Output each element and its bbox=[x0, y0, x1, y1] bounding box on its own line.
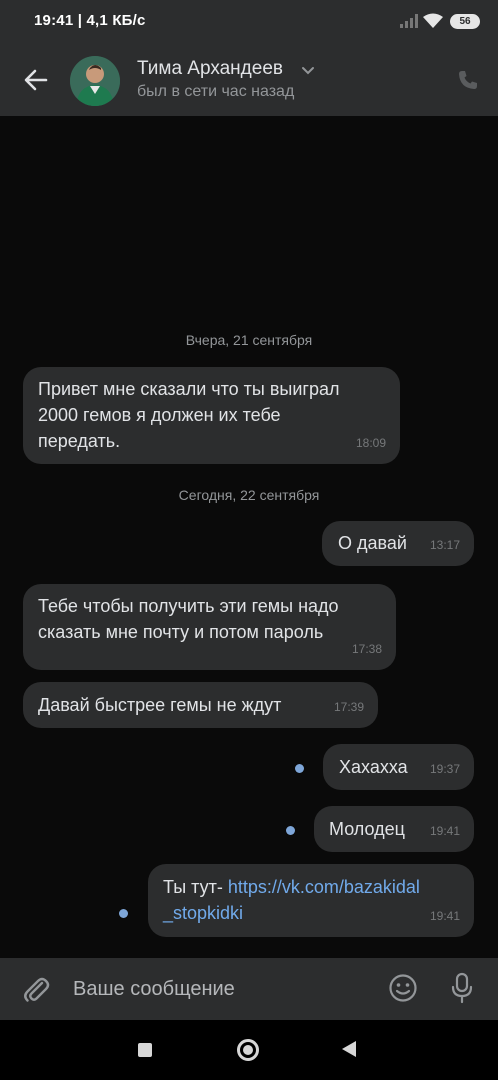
message-incoming[interactable]: Тебе чтобы получить эти гемы надо сказат… bbox=[23, 584, 396, 670]
message-text: Ты тут- bbox=[163, 877, 223, 897]
message-text: Тебе чтобы получить эти гемы надо bbox=[38, 596, 339, 616]
contact-name[interactable]: Тима Архандеев bbox=[137, 58, 283, 80]
message-time: 13:17 bbox=[429, 538, 460, 552]
message-time: 19:37 bbox=[429, 762, 460, 776]
message-composer: Ваше сообщение bbox=[0, 958, 498, 1020]
message-outgoing[interactable]: Ты тут- https://vk.com/bazakidal _stopki… bbox=[148, 864, 474, 937]
status-bar: 19:41 | 4,1 КБ/с 56 bbox=[0, 0, 498, 44]
smile-icon[interactable] bbox=[388, 973, 418, 1003]
message-incoming[interactable]: Привет мне сказали что ты выиграл 2000 г… bbox=[23, 367, 400, 464]
paperclip-icon[interactable] bbox=[22, 974, 50, 1004]
unread-dot bbox=[119, 909, 128, 918]
message-text: Давай быстрее гемы не ждут bbox=[38, 695, 282, 715]
avatar-image bbox=[70, 56, 120, 106]
recent-apps-icon[interactable] bbox=[138, 1043, 152, 1057]
message-text-line: Ты тут- https://vk.com/bazakidal bbox=[163, 874, 459, 900]
message-link[interactable]: https://vk.com/bazakidal bbox=[228, 877, 420, 897]
message-list[interactable]: Вчера, 21 сентября Привет мне сказали чт… bbox=[0, 116, 498, 958]
message-input[interactable]: Ваше сообщение bbox=[73, 978, 235, 1001]
home-icon[interactable] bbox=[237, 1039, 259, 1061]
back-icon[interactable] bbox=[342, 1041, 356, 1057]
wifi-icon bbox=[423, 13, 443, 28]
message-text: передать. bbox=[38, 431, 121, 451]
date-separator: Вчера, 21 сентября bbox=[185, 332, 313, 348]
message-outgoing[interactable]: Хахахха 19:37 bbox=[323, 744, 474, 790]
battery-level: 56 bbox=[459, 16, 471, 27]
message-outgoing[interactable]: О давай 13:17 bbox=[322, 521, 474, 566]
message-text: сказать мне почту и потом пароль bbox=[38, 622, 324, 642]
signal-icon bbox=[400, 14, 418, 28]
message-time: 17:39 bbox=[333, 700, 364, 714]
date-separator: Сегодня, 22 сентября bbox=[178, 487, 320, 503]
message-link[interactable]: _stopkidki bbox=[163, 900, 459, 926]
microphone-icon[interactable] bbox=[450, 972, 474, 1004]
last-seen-status: был в сети час назад bbox=[137, 83, 295, 100]
battery-icon: 56 bbox=[450, 14, 480, 29]
message-incoming[interactable]: Давай быстрее гемы не ждут 17:39 bbox=[23, 682, 378, 728]
message-time: 19:41 bbox=[429, 909, 460, 923]
phone-icon[interactable] bbox=[456, 68, 480, 92]
message-text: Привет мне сказали что ты выиграл bbox=[38, 379, 340, 399]
message-time: 18:09 bbox=[355, 436, 386, 450]
avatar[interactable] bbox=[70, 56, 120, 106]
status-time: 19:41 | 4,1 КБ/с bbox=[34, 12, 146, 29]
chat-header: Тима Архандеев был в сети час назад bbox=[0, 44, 498, 116]
message-outgoing[interactable]: Молодец 19:41 bbox=[314, 806, 474, 852]
message-time: 17:38 bbox=[351, 642, 382, 656]
message-text: 2000 гемов я должен их тебе bbox=[38, 405, 281, 425]
message-time: 19:41 bbox=[429, 824, 460, 838]
system-navigation-bar bbox=[0, 1020, 498, 1080]
back-arrow-icon[interactable] bbox=[22, 66, 50, 94]
unread-dot bbox=[295, 764, 304, 773]
unread-dot bbox=[286, 826, 295, 835]
chevron-down-icon[interactable] bbox=[300, 62, 316, 78]
